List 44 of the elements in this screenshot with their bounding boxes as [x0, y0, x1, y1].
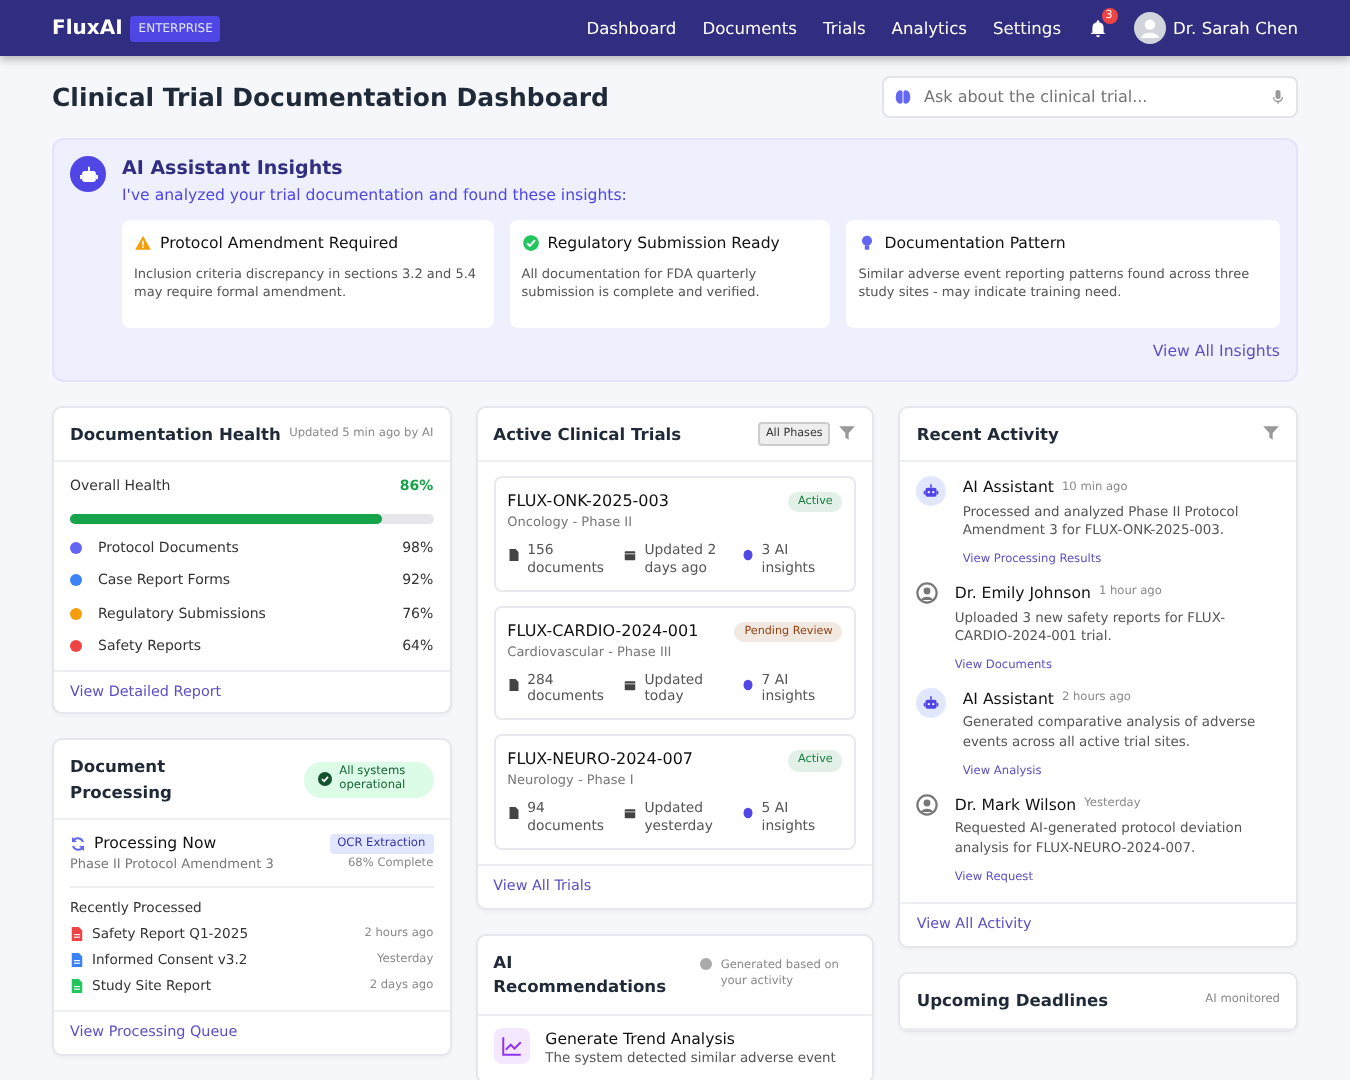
chart-icon [493, 1027, 530, 1064]
robot-icon [916, 687, 947, 718]
calendar-icon [624, 677, 637, 691]
user-name[interactable]: Dr. Sarah Chen [1173, 15, 1298, 41]
spreadsheet-file-icon [70, 978, 84, 995]
insights-title: AI Assistant Insights [122, 156, 345, 184]
filter-icon [1262, 424, 1280, 443]
user-icon [916, 793, 939, 815]
document-icon [507, 677, 520, 691]
nav-link[interactable]: Analytics [891, 15, 967, 41]
bell-icon[interactable] [1087, 17, 1108, 39]
document-icon [507, 806, 520, 821]
pdf-file-icon [70, 925, 84, 942]
microphone-icon[interactable] [1270, 88, 1286, 106]
search-field[interactable]: Ask about the clinical trial... [882, 76, 1298, 118]
card-title: Active Clinical Trials [493, 421, 682, 447]
trial-id: FLUX-ONK-2025-003 [507, 490, 669, 515]
nav-link[interactable]: Documents [702, 15, 798, 41]
trial-id: FLUX-CARDIO-2024-001 [507, 619, 699, 644]
nav-link[interactable]: Dashboard [586, 15, 677, 41]
user-icon [916, 581, 939, 604]
document-file-icon [70, 952, 84, 969]
robot-icon [70, 156, 106, 192]
nav-link[interactable]: Settings [992, 15, 1062, 41]
warning-icon [134, 234, 152, 253]
lightbulb-icon [858, 234, 877, 253]
calendar-icon [624, 806, 637, 821]
robot-icon [916, 476, 947, 507]
check-circle-icon [521, 234, 540, 253]
page-title: Clinical Trial Documentation Dashboard [52, 82, 609, 112]
card-title: Recent Activity [916, 421, 1059, 447]
check-circle-icon [317, 772, 332, 787]
card-title: Documentation Health [70, 421, 281, 447]
filter-icon [838, 424, 857, 443]
document-icon [507, 547, 520, 562]
card-title: AI Recommendations [493, 949, 662, 1000]
trial-id: FLUX-NEURO-2024-007 [507, 748, 694, 773]
brand-logo[interactable]: FluxAI [52, 13, 123, 43]
refresh-icon [70, 836, 86, 853]
avatar-icon [1133, 12, 1166, 44]
calendar-icon [624, 547, 637, 562]
nav-link[interactable]: Trials [823, 15, 866, 41]
card-title: Document Processing [70, 754, 174, 805]
card-title: Upcoming Deadlines [916, 988, 1109, 1014]
